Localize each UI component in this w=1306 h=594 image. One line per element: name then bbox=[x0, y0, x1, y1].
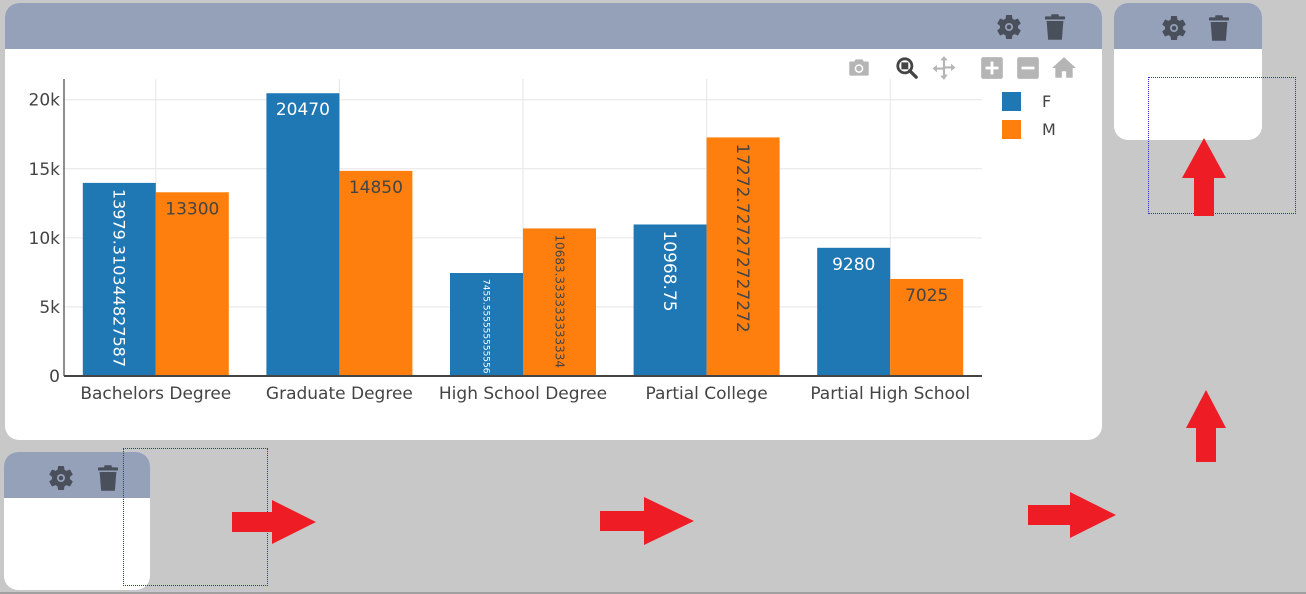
settings-button[interactable] bbox=[994, 12, 1024, 42]
zoom-in-icon[interactable] bbox=[979, 55, 1005, 81]
delete-button[interactable] bbox=[93, 463, 123, 493]
settings-button[interactable] bbox=[46, 463, 76, 493]
x-tick-label: High School Degree bbox=[439, 384, 607, 404]
y-tick-label: 20k bbox=[29, 91, 61, 111]
bar-label: 7025 bbox=[905, 286, 948, 306]
bar-M bbox=[339, 170, 413, 376]
arrow-right-icon bbox=[232, 500, 316, 544]
chart-panel: 13979.310344827587 20470 7455.555555555556… bbox=[5, 3, 1102, 440]
x-tick-labels: Bachelors Degree Graduate Degree High Scho… bbox=[80, 384, 970, 404]
y-tick-label: 15k bbox=[29, 160, 61, 180]
arrow-up-icon bbox=[1182, 138, 1226, 216]
x-tick-label: Partial College bbox=[645, 384, 767, 404]
legend-label: F bbox=[1042, 92, 1052, 111]
gear-icon bbox=[46, 463, 76, 493]
bar-label: 14850 bbox=[349, 178, 403, 198]
trash-icon bbox=[1204, 13, 1234, 43]
panel-header[interactable] bbox=[1114, 3, 1262, 49]
pan-icon[interactable] bbox=[931, 55, 957, 81]
legend-swatch bbox=[1002, 120, 1021, 139]
y-tick-label: 5k bbox=[39, 298, 60, 318]
bar-label: 13300 bbox=[165, 199, 219, 219]
zoom-out-icon[interactable] bbox=[1015, 55, 1041, 81]
x-tick-label: Partial High School bbox=[810, 384, 970, 404]
arrow-right-icon bbox=[600, 497, 694, 545]
delete-button[interactable] bbox=[1204, 13, 1234, 43]
legend-swatch bbox=[1002, 92, 1021, 111]
legend-label: M bbox=[1042, 120, 1056, 139]
bar-F bbox=[266, 93, 340, 377]
arrow-right-icon bbox=[1028, 492, 1116, 538]
trash-icon bbox=[1040, 12, 1070, 42]
arrow-up-icon bbox=[1186, 390, 1226, 462]
gear-icon bbox=[994, 12, 1024, 42]
bar-label: 13979.310344827587 bbox=[110, 189, 129, 367]
bar-label: 9280 bbox=[832, 255, 875, 275]
legend-item-M[interactable]: M bbox=[1002, 120, 1056, 139]
bar-label: 10968.75 bbox=[659, 230, 679, 311]
home-icon[interactable] bbox=[1051, 55, 1077, 81]
camera-icon[interactable] bbox=[846, 55, 872, 81]
delete-button[interactable] bbox=[1040, 12, 1070, 42]
bar-label: 17272.727272727272 bbox=[732, 143, 752, 332]
y-tick-labels: 0 5k 10k 15k 20k bbox=[29, 91, 61, 387]
zoom-icon[interactable] bbox=[894, 55, 920, 81]
gear-icon bbox=[1159, 13, 1189, 43]
bar-M bbox=[155, 192, 229, 376]
panel-header[interactable] bbox=[5, 3, 1102, 49]
y-tick-label: 10k bbox=[29, 229, 61, 249]
settings-button[interactable] bbox=[1159, 13, 1189, 43]
bar-chart[interactable]: 13979.310344827587 20470 7455.555555555556… bbox=[5, 49, 1102, 440]
bar-label: 10683.333333333334 bbox=[552, 234, 566, 368]
y-tick-label: 0 bbox=[49, 367, 60, 387]
x-tick-label: Bachelors Degree bbox=[80, 384, 231, 404]
x-tick-label: Graduate Degree bbox=[266, 384, 413, 404]
bar-label: 20470 bbox=[276, 100, 330, 120]
bar-label: 7455.555555555556 bbox=[480, 279, 490, 374]
trash-icon bbox=[93, 463, 123, 493]
legend-item-F[interactable]: F bbox=[1002, 92, 1051, 111]
